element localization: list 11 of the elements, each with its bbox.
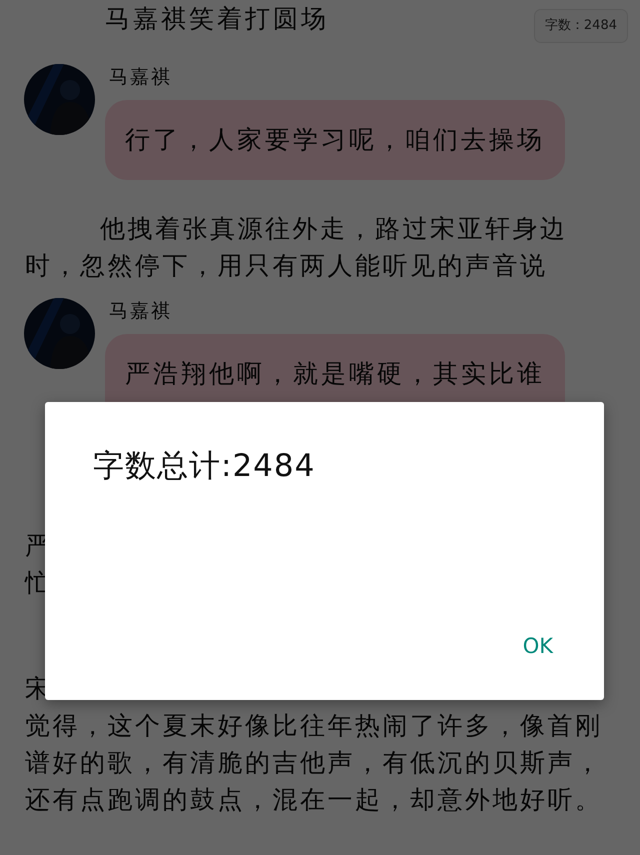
story-text-line: 他拽着张真源往外走，路过宋亚轩身边 bbox=[99, 213, 568, 245]
message-bubble: 行了，人家要学习呢，咱们去操场 bbox=[105, 100, 565, 180]
word-count-badge: 字数：2484 bbox=[534, 9, 628, 43]
story-text-line: 时，忽然停下，用只有两人能听见的声音说 bbox=[25, 250, 548, 282]
sender-name: 马嘉祺 bbox=[108, 299, 172, 324]
story-title: 马嘉祺笑着打圆场 bbox=[105, 3, 329, 35]
sender-name: 马嘉祺 bbox=[108, 65, 172, 90]
story-text-line: 还有点跑调的鼓点，混在一起，却意外地好听。 bbox=[25, 784, 604, 816]
story-text-line: 觉得，这个夏末好像比往年热闹了许多，像首刚 bbox=[25, 710, 604, 742]
story-text-line: 谱好的歌，有清脆的吉他声，有低沉的贝斯声， bbox=[25, 747, 604, 779]
ok-button[interactable]: OK bbox=[514, 630, 561, 662]
